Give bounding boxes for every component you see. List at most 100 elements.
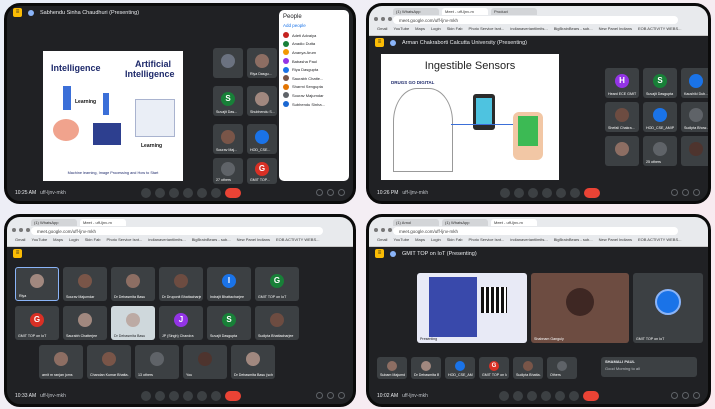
camera-button[interactable] <box>154 187 165 198</box>
add-people-button[interactable]: Add people <box>283 23 345 28</box>
participant-tile[interactable]: J JP (Singh) Chandra <box>159 306 203 340</box>
end-call-button[interactable] <box>583 390 600 401</box>
participant-tile[interactable] <box>605 136 639 166</box>
bookmark[interactable]: YouTube <box>31 237 47 245</box>
camera-button[interactable] <box>513 187 524 198</box>
browser-tab[interactable]: (1) WhatsApp <box>31 219 77 226</box>
mic-button[interactable] <box>499 390 510 401</box>
participant-tile[interactable]: Riya <box>15 267 59 301</box>
participant-list-item[interactable]: Saurabh Chatte... <box>283 74 345 83</box>
bookmark[interactable]: BigBrainBears - sub... <box>554 237 593 245</box>
browser-tab[interactable]: (1) WhatsApp <box>393 8 439 15</box>
captions-button[interactable] <box>527 390 538 401</box>
bookmark[interactable]: Photo Service Isnt... <box>469 237 505 245</box>
back-icon[interactable] <box>12 228 16 232</box>
info-icon[interactable] <box>671 189 678 196</box>
participant-list-item[interactable]: Ananya Arum <box>283 48 345 57</box>
people-icon[interactable] <box>326 392 334 399</box>
present-button[interactable] <box>196 390 207 401</box>
participant-list-item[interactable]: Sharmi Sengupta <box>283 83 345 92</box>
more-options-button[interactable] <box>210 390 221 401</box>
chat-icon[interactable] <box>337 392 345 399</box>
end-call-button[interactable] <box>224 390 241 401</box>
people-icon[interactable] <box>682 189 689 196</box>
browser-tab[interactable]: (1) WhatsApp <box>442 219 488 226</box>
participant-tile[interactable]: S Suvajit Dasgupta <box>643 68 677 98</box>
bookmark[interactable]: Gmail <box>15 237 25 245</box>
browser-tab[interactable]: Meet - uff-ljnv-m <box>80 219 126 226</box>
bookmark[interactable]: New Panel Indians <box>599 237 632 245</box>
bookmark[interactable]: Login <box>431 237 441 245</box>
chat-icon[interactable] <box>337 189 345 196</box>
mic-button[interactable] <box>499 187 510 198</box>
camera-button[interactable] <box>154 390 165 401</box>
captions-button[interactable] <box>527 187 538 198</box>
info-icon[interactable] <box>315 392 323 399</box>
shared-screen-tile[interactable]: Presenting <box>417 273 527 343</box>
bookmark[interactable]: YouTube <box>393 237 409 245</box>
back-icon[interactable] <box>374 228 378 232</box>
participant-list-item[interactable]: Babasha Paul <box>283 57 345 66</box>
browser-tab[interactable]: (1) Arnol <box>393 219 439 226</box>
bookmark[interactable]: Photo Service Isnt... <box>469 26 505 34</box>
participant-tile[interactable]: Shubhendu S... <box>247 86 277 116</box>
bookmark[interactable]: EOB ACTIVITY WEBS... <box>638 26 682 34</box>
back-icon[interactable] <box>374 17 378 21</box>
present-button[interactable] <box>555 187 566 198</box>
more-options-button[interactable] <box>569 390 580 401</box>
participant-tile[interactable]: Chandan Kumar Bhatta... <box>87 345 131 379</box>
mic-button[interactable] <box>140 390 151 401</box>
participant-tile[interactable]: GGMIT TOP on IoT <box>255 267 299 301</box>
participant-tile[interactable]: HOD_CSE_AMIP <box>445 357 475 379</box>
browser-tab[interactable]: Meet - uff-ljnv-m <box>491 219 537 226</box>
bookmark[interactable]: New Panel Indians <box>237 237 270 245</box>
participant-list-item[interactable]: Riya Dasgupta <box>283 65 345 74</box>
participant-tile[interactable]: Dr Druponit Bhattacharjee <box>159 267 203 301</box>
camera-button[interactable] <box>513 390 524 401</box>
bookmark[interactable]: BigBrainBears - sub... <box>192 237 231 245</box>
participant-tile[interactable]: HOD_CSE... <box>247 124 277 154</box>
participant-tile[interactable]: 13 others <box>135 345 179 379</box>
participant-tile[interactable]: Sudipta Bhattacharjee <box>255 306 299 340</box>
participant-tile[interactable]: Dr Debasmita Basu (school) <box>231 345 275 379</box>
present-button[interactable] <box>555 390 566 401</box>
participant-tile[interactable]: Dr Debasmita Basu <box>111 306 155 340</box>
info-icon[interactable] <box>315 189 323 196</box>
raise-hand-button[interactable] <box>182 187 193 198</box>
participant-tile[interactable]: H Heard ECE GMIT <box>605 68 639 98</box>
forward-icon[interactable] <box>381 228 385 232</box>
captions-button[interactable] <box>168 390 179 401</box>
participant-tile[interactable]: S Suvajit Dasgupta <box>207 306 251 340</box>
reload-icon[interactable] <box>26 228 30 232</box>
bookmark[interactable]: Skin Fab <box>447 237 463 245</box>
bookmark[interactable]: indianaveriantlimits... <box>148 237 185 245</box>
bookmark[interactable]: EOB ACTIVITY WEBS... <box>638 237 682 245</box>
browser-tab[interactable]: Meet - uff-ljnv-m <box>442 8 488 15</box>
participant-tile[interactable]: Subam Majumder <box>377 357 407 379</box>
participant-tile[interactable]: Sudipta Bhow... <box>681 102 708 132</box>
end-call-button[interactable] <box>583 187 600 198</box>
forward-icon[interactable] <box>381 17 385 21</box>
bookmark[interactable]: Skin Fab <box>85 237 101 245</box>
participant-tile[interactable]: Sourav Majumdar <box>63 267 107 301</box>
participant-tile[interactable]: GGMIT TOP on IoT <box>479 357 509 379</box>
participant-list-item[interactable]: Anadio Dutta <box>283 40 345 49</box>
bookmark[interactable]: Maps <box>53 237 63 245</box>
participant-tile[interactable]: 25 others <box>643 136 677 166</box>
participant-list-item[interactable]: Adeti Advaiya <box>283 31 345 40</box>
end-call-button[interactable] <box>224 187 241 198</box>
address-bar[interactable]: meet.google.com/uff-ljnv-mkh <box>31 227 323 235</box>
bookmark[interactable]: Photo Service Isnt... <box>107 237 143 245</box>
reload-icon[interactable] <box>388 228 392 232</box>
participant-tile[interactable]: HOD_CSE_AMIP <box>643 102 677 132</box>
more-options-button[interactable] <box>210 187 221 198</box>
present-button[interactable] <box>196 187 207 198</box>
bookmark[interactable]: Skin Fab <box>447 26 463 34</box>
chat-icon[interactable] <box>692 392 700 399</box>
address-bar[interactable]: meet.google.com/uff-ljnv-mkh <box>393 16 678 24</box>
pinned-tile[interactable]: GMIT TOP on IoT <box>633 273 703 343</box>
bookmark[interactable]: YouTube <box>393 26 409 34</box>
reload-icon[interactable] <box>388 17 392 21</box>
participant-tile[interactable]: 27 others <box>213 158 243 184</box>
bookmark[interactable]: New Panel Indians <box>599 26 632 34</box>
